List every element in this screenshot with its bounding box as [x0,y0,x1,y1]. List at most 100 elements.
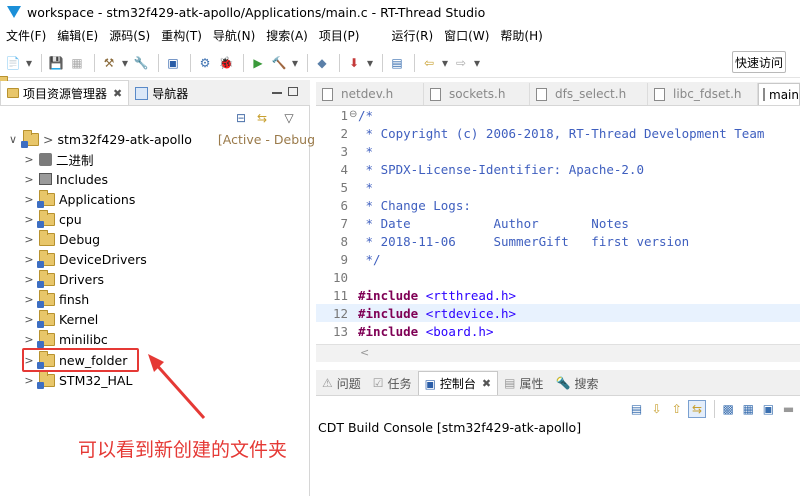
tree-item-cpu[interactable]: > cpu [22,209,82,229]
chevron-right-icon[interactable]: > [22,213,36,226]
tab-properties[interactable]: ▤ 属性 [498,371,549,395]
chevron-right-icon[interactable]: > [22,273,36,286]
minimize-icon[interactable] [272,92,282,94]
window-title: workspace - stm32f429-atk-apollo/Applica… [27,4,486,20]
fold-icon[interactable]: ⊖ [349,109,357,120]
tab-libc-fdset-h[interactable]: libc_fdset.h [648,83,758,105]
tab-search[interactable]: 🔦 搜索 [550,371,605,395]
chevron-right-icon[interactable]: > [22,193,36,206]
dropdown-icon[interactable]: ▾ [441,54,449,72]
menu-edit[interactable]: 编辑(E) [57,27,98,44]
horizontal-scrollbar[interactable]: < [316,344,800,362]
chevron-down-icon[interactable]: ∨ [6,133,20,146]
pin-console-icon[interactable]: ▣ [760,400,777,418]
run-icon[interactable]: ▶ [249,54,267,72]
tree-item-applications[interactable]: > Applications [22,189,135,209]
dropdown-icon[interactable]: ▾ [291,54,299,72]
debug-bug-icon[interactable]: 🐞 [217,54,235,72]
chevron-right-icon[interactable]: > [22,333,36,346]
tree-item-kernel[interactable]: > Kernel [22,309,98,329]
quick-access-button[interactable]: 快速访问 [732,51,786,73]
tab-console[interactable]: ▣ 控制台 ✖ [417,371,499,395]
tab-sockets-h[interactable]: sockets.h [424,83,530,105]
chevron-right-icon[interactable]: > [22,313,36,326]
dropdown-icon[interactable]: ▾ [473,54,481,72]
dropdown-icon[interactable]: ▾ [366,54,374,72]
tree-item-debug[interactable]: > Debug [22,229,100,249]
menu-window[interactable]: 窗口(W) [444,27,489,44]
tree-item-devicedrivers[interactable]: > DeviceDrivers [22,249,147,269]
download-icon[interactable]: ⬇ [345,54,363,72]
chevron-right-icon[interactable]: > [22,374,36,387]
chevron-right-icon[interactable]: > [22,173,36,186]
tab-tasks[interactable]: ☑ 任务 [367,371,418,395]
tab-project-explorer[interactable]: 项目资源管理器 ✖ [0,80,130,105]
scroll-lock-icon[interactable]: ▦ [740,400,757,418]
scroll-left-icon[interactable]: < [360,346,369,359]
tree-item-drivers[interactable]: > Drivers [22,269,104,289]
sdk-icon[interactable]: ◆ [313,54,331,72]
tree-item-stm32-hal[interactable]: > STM32_HAL [22,370,132,390]
folder-icon [37,209,55,228]
editor-tabs: netdev.h sockets.h dfs_select.h libc_fds… [316,82,800,106]
line-number: 7 [340,216,348,231]
code-editor[interactable]: 1 ⊖ /* 2 * Copyright (c) 2006-2018, RT-T… [316,106,800,364]
down-arrow-icon[interactable]: ⇩ [648,400,665,418]
menu-refactor[interactable]: 重构(T) [161,27,202,44]
link-editor-icon[interactable]: ⇆ [253,109,271,127]
tree-item-minilibc[interactable]: > minilibc [22,329,108,349]
view-menu-icon[interactable]: ▽ [274,109,304,127]
tree-item-finsh[interactable]: > finsh [22,289,89,309]
collapse-all-icon[interactable]: ⊟ [232,109,250,127]
menu-file[interactable]: 文件(F) [6,27,46,44]
annotation-text: 可以看到新创建的文件夹 [78,439,288,461]
chevron-right-icon[interactable]: > [22,253,36,266]
new-icon[interactable]: 📄 [4,54,22,72]
chevron-right-icon[interactable]: > [22,293,36,306]
chevron-right-icon[interactable]: > [22,153,36,166]
close-icon[interactable]: ✖ [482,377,491,390]
tab-main-c[interactable]: main [758,83,800,105]
tab-problems[interactable]: ⚠ 问题 [316,371,367,395]
folder-icon [37,189,55,208]
project-root[interactable]: ∨ > stm32f429-atk-apollo [Active - Debug… [6,129,334,149]
up-arrow-icon[interactable]: ⇧ [668,400,685,418]
menu-help[interactable]: 帮助(H) [500,27,542,44]
tree-item-label: DeviceDrivers [59,251,147,267]
menu-project[interactable]: 项目(P) [319,27,360,44]
menu-bar: 文件(F) 编辑(E) 源码(S) 重构(T) 导航(N) 搜索(A) 项目(P… [0,24,800,46]
code-line: * 2018-11-06 SummerGift first version [358,234,690,249]
menu-source[interactable]: 源码(S) [109,27,150,44]
save-all-icon[interactable]: ▦ [68,54,86,72]
console-menu-icon[interactable]: ▤ [628,400,645,418]
link-icon[interactable]: ⇆ [688,400,706,418]
settings-gear-icon[interactable]: ⚙ [196,54,214,72]
tools-icon[interactable]: 🔨 [270,54,288,72]
tab-netdev-h[interactable]: netdev.h [316,83,424,105]
clear-console-icon[interactable]: ▩ [720,400,737,418]
wrench-icon[interactable]: 🔧 [132,54,150,72]
menu-run[interactable]: 运行(R) [391,27,433,44]
tree-item-label: minilibc [59,331,108,347]
dropdown-icon[interactable]: ▾ [121,54,129,72]
save-icon[interactable]: 💾 [47,54,65,72]
terminal-icon[interactable]: ▣ [164,54,182,72]
tree-item-includes[interactable]: > Includes [22,169,108,189]
maximize-icon[interactable] [288,87,298,96]
tree-item-binaries[interactable]: > 二进制 [22,149,94,169]
menu-search[interactable]: 搜索(A) [266,27,308,44]
display-console-icon[interactable]: ▬ [780,400,797,418]
dropdown-icon[interactable]: ▾ [25,54,33,72]
chevron-right-icon[interactable]: > [22,233,36,246]
left-panel-tabs: 项目资源管理器 ✖ 导航器 [0,80,310,106]
tab-dfs-select-h[interactable]: dfs_select.h [530,83,648,105]
menu-navigate[interactable]: 导航(N) [213,27,255,44]
forward-arrow-icon[interactable]: ⇨ [452,54,470,72]
build-hammer-icon[interactable]: ⚒ [100,54,118,72]
editor-icon[interactable]: ▤ [388,54,406,72]
line-number: 3 [340,144,348,159]
tab-navigator[interactable]: 导航器 [129,81,194,105]
close-icon[interactable]: ✖ [113,87,122,100]
back-arrow-icon[interactable]: ⇦ [420,54,438,72]
problems-icon: ⚠ [322,376,333,390]
